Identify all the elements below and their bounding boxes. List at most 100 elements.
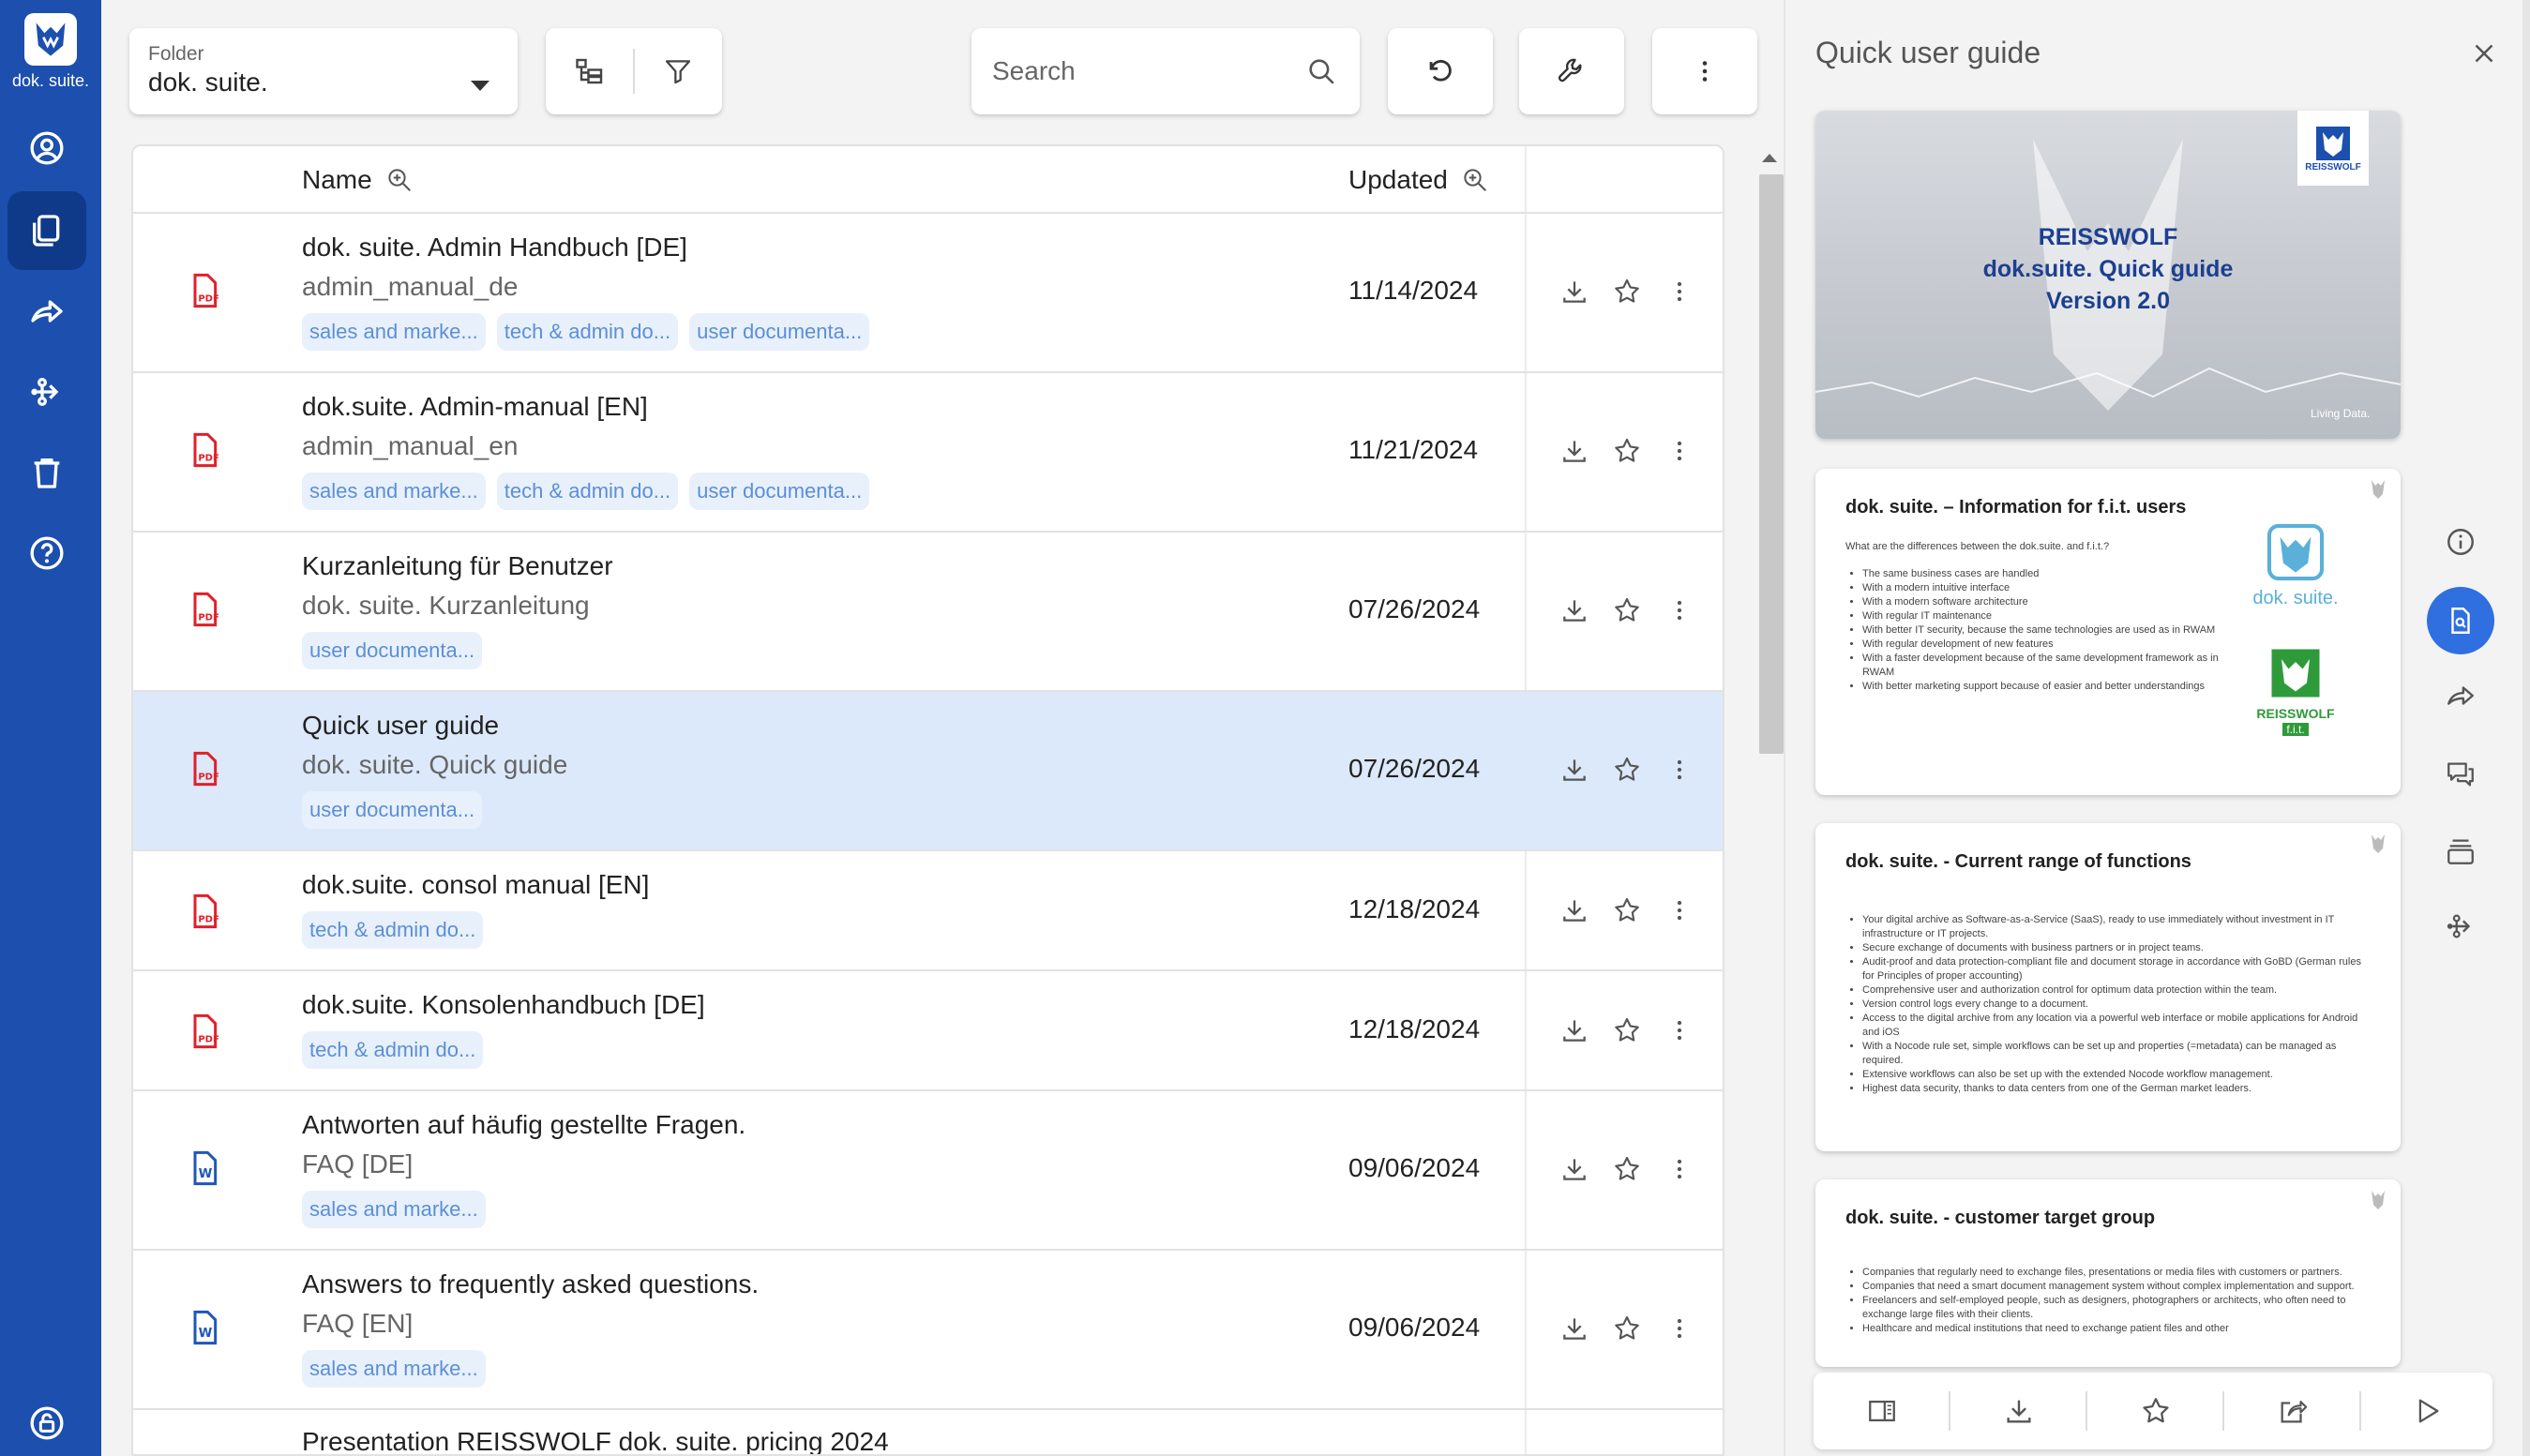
column-updated[interactable]: Updated (1348, 146, 1489, 214)
more-vertical-icon (1702, 61, 1708, 82)
nav-account[interactable] (8, 109, 86, 188)
table-row[interactable]: PDF dok.suite. consol manual [EN] tech &… (133, 851, 1723, 971)
tag[interactable]: user documenta... (689, 313, 870, 351)
tag[interactable]: tech & admin do... (496, 473, 679, 510)
nav-lock[interactable] (8, 1384, 86, 1456)
more-vertical-icon[interactable] (1664, 1153, 1695, 1185)
more-vertical-icon[interactable] (1664, 276, 1695, 308)
slide-bullet: The same business cases are handled (1862, 567, 2221, 581)
nav-share[interactable] (8, 272, 86, 351)
row-tags: sales and marke... (302, 1350, 486, 1388)
row-title: Kurzanleitung für Benutzer (302, 551, 613, 580)
favorite-button[interactable] (2087, 1373, 2224, 1449)
download-icon[interactable] (1559, 594, 1590, 626)
table-row[interactable]: Presentation REISSWOLF dok. suite. prici… (133, 1410, 1723, 1454)
tag[interactable]: sales and marke... (302, 313, 486, 351)
download-icon[interactable] (1559, 276, 1590, 308)
more-vertical-icon[interactable] (1664, 894, 1695, 926)
preview-page-cover[interactable]: REISSWOLF REISSWOLF dok.suite. Quick gui… (1815, 111, 2401, 439)
svg-text:PDF: PDF (198, 1035, 218, 1045)
table-row[interactable]: W Answers to frequently asked questions.… (133, 1251, 1723, 1410)
table-row[interactable]: PDF dok.suite. Konsolenhandbuch [DE] tec… (133, 971, 1723, 1091)
more-vertical-icon[interactable] (1664, 1313, 1695, 1344)
star-icon[interactable] (1611, 1153, 1643, 1185)
pdf-file-icon: PDF (193, 1013, 219, 1049)
export-button[interactable] (2224, 1373, 2361, 1449)
table-row[interactable]: PDF Kurzanleitung für Benutzer dok. suit… (133, 533, 1723, 692)
download-icon[interactable] (1559, 894, 1590, 926)
nav-trash[interactable] (8, 433, 86, 512)
tree-view-button[interactable] (546, 28, 634, 114)
filter-button[interactable] (634, 28, 722, 114)
nav-help[interactable] (8, 514, 86, 593)
star-icon[interactable] (1611, 754, 1643, 786)
more-vertical-icon[interactable] (1664, 435, 1695, 467)
zoom-in-icon[interactable] (1461, 166, 1489, 194)
folder-select[interactable]: Folder dok. suite. (129, 28, 518, 114)
play-presentation-button[interactable] (2361, 1373, 2492, 1449)
workflow-button[interactable] (2427, 893, 2494, 960)
search-icon[interactable] (1298, 28, 1345, 114)
info-button[interactable] (2427, 508, 2494, 576)
panel-scrollbar[interactable] (2522, 0, 2530, 1456)
table-scrollbar-thumb[interactable] (1759, 174, 1784, 754)
download-icon[interactable] (1559, 1313, 1590, 1344)
workflow-icon (2447, 914, 2471, 938)
download-icon[interactable] (1559, 435, 1590, 467)
column-name[interactable]: Name (302, 146, 414, 214)
preview-button[interactable] (2427, 587, 2494, 654)
row-title: dok.suite. Konsolenhandbuch [DE] (302, 990, 705, 1019)
tag[interactable]: user documenta... (689, 473, 870, 510)
tag[interactable]: tech & admin do... (302, 911, 484, 949)
preview-page-3[interactable]: dok. suite. - Current range of functions… (1815, 823, 2401, 1151)
comments-button[interactable] (2427, 741, 2494, 808)
download-button[interactable] (1950, 1373, 2087, 1449)
tag[interactable]: sales and marke... (302, 1350, 486, 1388)
table-row[interactable]: PDF dok. suite. Admin Handbuch [DE] admi… (133, 214, 1723, 373)
download-icon[interactable] (1559, 1153, 1590, 1185)
brand-logo[interactable]: dok. suite. (0, 13, 101, 91)
search-box[interactable]: Search (971, 28, 1360, 114)
zoom-in-icon[interactable] (385, 166, 414, 194)
table-row[interactable]: W Antworten auf häufig gestellte Fragen.… (133, 1091, 1723, 1251)
star-icon[interactable] (1611, 1014, 1643, 1046)
tag[interactable]: tech & admin do... (302, 1031, 484, 1069)
row-title: dok.suite. Admin-manual [EN] (302, 392, 648, 421)
toggle-panel-button[interactable] (1814, 1373, 1950, 1449)
star-icon[interactable] (1611, 594, 1643, 626)
search-input[interactable]: Search (992, 28, 1076, 114)
preview-page-4[interactable]: dok. suite. - customer target group Comp… (1815, 1179, 2401, 1367)
tag[interactable]: tech & admin do... (496, 313, 679, 351)
star-icon[interactable] (1611, 894, 1643, 926)
tools-button[interactable] (1519, 28, 1624, 114)
table-header: Name Updated (133, 146, 1723, 214)
preview-page-2[interactable]: dok. suite. – Information for f.i.t. use… (1815, 469, 2401, 795)
table-row[interactable]: PDF dok.suite. Admin-manual [EN] admin_m… (133, 373, 1723, 533)
more-vertical-icon[interactable] (1664, 754, 1695, 786)
download-icon[interactable] (1559, 1014, 1590, 1046)
star-icon[interactable] (1611, 1313, 1643, 1344)
versions-button[interactable] (2427, 818, 2494, 885)
tag[interactable]: user documenta... (302, 791, 483, 829)
row-tags: tech & admin do... (302, 911, 484, 949)
download-icon[interactable] (1559, 754, 1590, 786)
table-row-selected[interactable]: PDF Quick user guide dok. suite. Quick g… (133, 692, 1723, 851)
row-actions (1559, 754, 1695, 786)
tag[interactable]: sales and marke... (302, 1191, 486, 1228)
more-vertical-icon[interactable] (1664, 594, 1695, 626)
star-icon[interactable] (1611, 435, 1643, 467)
preview-title: Quick user guide (1815, 36, 2041, 69)
scroll-up-arrow[interactable] (1762, 154, 1777, 162)
wolf-logo-icon (24, 13, 77, 66)
star-icon[interactable] (1611, 276, 1643, 308)
more-vertical-icon[interactable] (1664, 1014, 1695, 1046)
folder-label: Folder (148, 43, 204, 65)
more-options-button[interactable] (1652, 28, 1757, 114)
nav-documents[interactable] (8, 191, 86, 270)
close-icon[interactable] (2468, 38, 2500, 69)
refresh-button[interactable] (1388, 28, 1493, 114)
tag[interactable]: user documenta... (302, 632, 483, 669)
share-button[interactable] (2427, 662, 2494, 729)
nav-workflow[interactable] (8, 353, 86, 431)
tag[interactable]: sales and marke... (302, 473, 486, 510)
